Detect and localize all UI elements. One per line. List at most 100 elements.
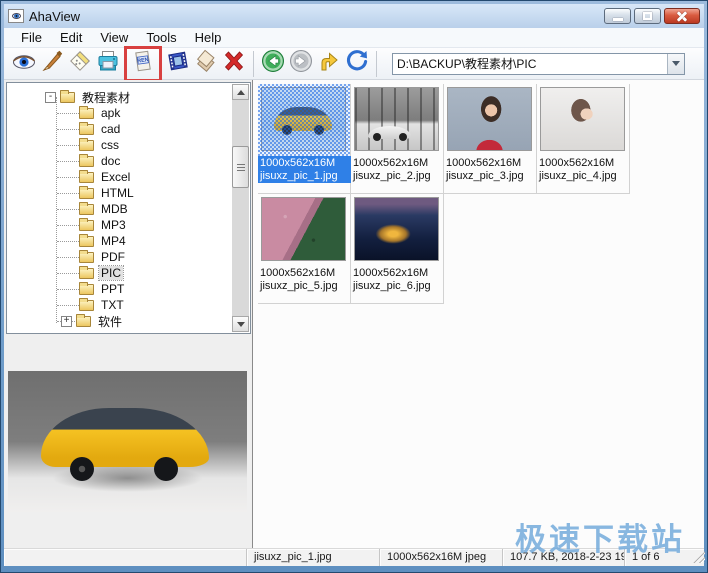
tree-item-教程素材[interactable]: -教程素材 [7,89,232,105]
tree-item-label: MP3 [99,218,128,232]
rename-button[interactable]: REN [129,50,157,78]
folder-icon [79,252,94,263]
menu-item-file[interactable]: File [12,28,51,47]
address-bar [392,53,685,75]
scrollbar-up-button[interactable] [232,84,249,100]
tree-item-label: HTML [99,186,136,200]
thumbnail-labels: 1000x562x16Mjisuxz_pic_5.jpg [258,266,350,293]
up-folder-button[interactable] [315,50,343,78]
minimize-button[interactable] [604,8,631,24]
thumbnail-labels: 1000x562x16Mjisuxz_pic_4.jpg [537,156,629,183]
folder-icon [79,156,94,167]
window-title: AhaView [29,9,80,24]
app-icon [8,9,24,23]
scrollbar-thumb[interactable] [232,146,249,188]
thumbnail-filename: jisuxz_pic_5.jpg [260,280,350,293]
folder-icon [79,284,94,295]
tree-item-mp4[interactable]: MP4 [7,233,232,249]
thumbnail-art [355,198,438,260]
folder-icon [79,140,94,151]
menu-item-view[interactable]: View [91,28,137,47]
copy-button[interactable] [192,50,220,78]
tree-item-label: TXT [99,298,126,312]
thumbnail-image [447,87,532,151]
thumbnail-frame [351,84,443,156]
address-input[interactable] [393,54,667,74]
rename-highlight-box: REN [124,46,162,82]
printer-icon [96,49,120,78]
thumbnail-jisuxz_pic_3.jpg[interactable]: 1000x562x16Mjisuxz_pic_3.jpg [444,84,537,194]
scrollbar-down-button[interactable] [232,316,249,332]
folder-icon [79,220,94,231]
status-segment-4: 1 of 6 [625,549,704,566]
print-button[interactable] [94,50,122,78]
tree-item-mp3[interactable]: MP3 [7,217,232,233]
tree-item-label: PIC [99,266,123,280]
thumbnail-jisuxz_pic_6.jpg[interactable]: 1000x562x16Mjisuxz_pic_6.jpg [351,194,444,304]
thumbnail-image [540,87,625,151]
folder-icon [79,300,94,311]
tree-item-cad[interactable]: cad [7,121,232,137]
thumbnail-labels: 1000x562x16Mjisuxz_pic_1.jpg [258,156,351,183]
tree-item-excel[interactable]: Excel [7,169,232,185]
thumbnail-labels: 1000x562x16Mjisuxz_pic_3.jpg [444,156,536,183]
tree-item-label: cad [99,122,122,136]
thumbnail-dims: 1000x562x16M [353,157,443,170]
tree-item-label: 软件 [96,313,124,330]
tree-item-label: PDF [99,250,127,264]
main-content: -教程素材apkcad cssdocExcelHTMLMDBMP3 MP4 PDF PI… [4,80,704,548]
tree-item-html[interactable]: HTML [7,185,232,201]
maximize-button[interactable] [634,8,661,24]
status-segment-1: jisuxz_pic_1.jpg [247,549,380,566]
folder-icon [79,268,94,279]
tree-item-pic[interactable]: PIC [7,265,232,281]
close-button[interactable] [664,8,700,24]
back-arrow-icon [261,49,285,78]
tree-item-label: css [99,138,121,152]
thumbnail-jisuxz_pic_2.jpg[interactable]: 1000x562x16Mjisuxz_pic_2.jpg [351,84,444,194]
eye-icon [12,49,36,78]
expand-icon[interactable]: + [61,316,72,327]
tree-item-ppt[interactable]: PPT [7,281,232,297]
thumbnail-jisuxz_pic_4.jpg[interactable]: 1000x562x16Mjisuxz_pic_4.jpg [537,84,630,194]
menu-item-help[interactable]: Help [186,28,231,47]
forward-arrow-icon [289,49,313,78]
thumbnail-frame [444,84,536,156]
refresh-button[interactable] [343,50,371,78]
edit-button[interactable] [38,50,66,78]
view-button[interactable] [10,50,38,78]
slideshow-button[interactable] [164,50,192,78]
thumbnail-dims: 1000x562x16M [260,157,351,170]
back-button[interactable] [259,50,287,78]
tree-item-txt[interactable]: TXT [7,297,232,313]
collapse-icon[interactable]: - [45,92,56,103]
folder-icon [79,172,94,183]
convert-button[interactable] [66,50,94,78]
refresh-icon [345,49,369,78]
tree-item-apk[interactable]: apk [7,105,232,121]
tree-item-mdb[interactable]: MDB [7,201,232,217]
thumbnail-dims: 1000x562x16M [353,267,443,280]
tree-scrollbar[interactable] [232,84,249,332]
filmstrip-icon [166,49,190,78]
thumbnail-dims: 1000x562x16M [260,267,350,280]
menu-item-tools[interactable]: Tools [137,28,185,47]
tree-item-doc[interactable]: doc [7,153,232,169]
tree-item-软件[interactable]: + 软件 [7,313,232,329]
tree-item-pdf[interactable]: PDF [7,249,232,265]
tree-item-label: MP4 [99,234,128,248]
address-dropdown-button[interactable] [667,54,684,74]
copy-icon [194,49,218,78]
thumbnail-filename: jisuxz_pic_3.jpg [446,170,536,183]
thumbnail-filename: jisuxz_pic_4.jpg [539,170,629,183]
thumbnail-jisuxz_pic_5.jpg[interactable]: 1000x562x16Mjisuxz_pic_5.jpg [258,194,351,304]
delete-button[interactable] [220,50,248,78]
forward-button[interactable] [287,50,315,78]
preview-image [8,371,247,512]
thumbnail-art [355,88,438,150]
tree-item-css[interactable]: css [7,137,232,153]
thumbnail-panel: 1000x562x16Mjisuxz_pic_1.jpg1000x562x16M… [252,80,704,548]
menu-item-edit[interactable]: Edit [51,28,91,47]
thumbnail-jisuxz_pic_1.jpg[interactable]: 1000x562x16Mjisuxz_pic_1.jpg [258,84,351,194]
close-icon [676,10,688,22]
